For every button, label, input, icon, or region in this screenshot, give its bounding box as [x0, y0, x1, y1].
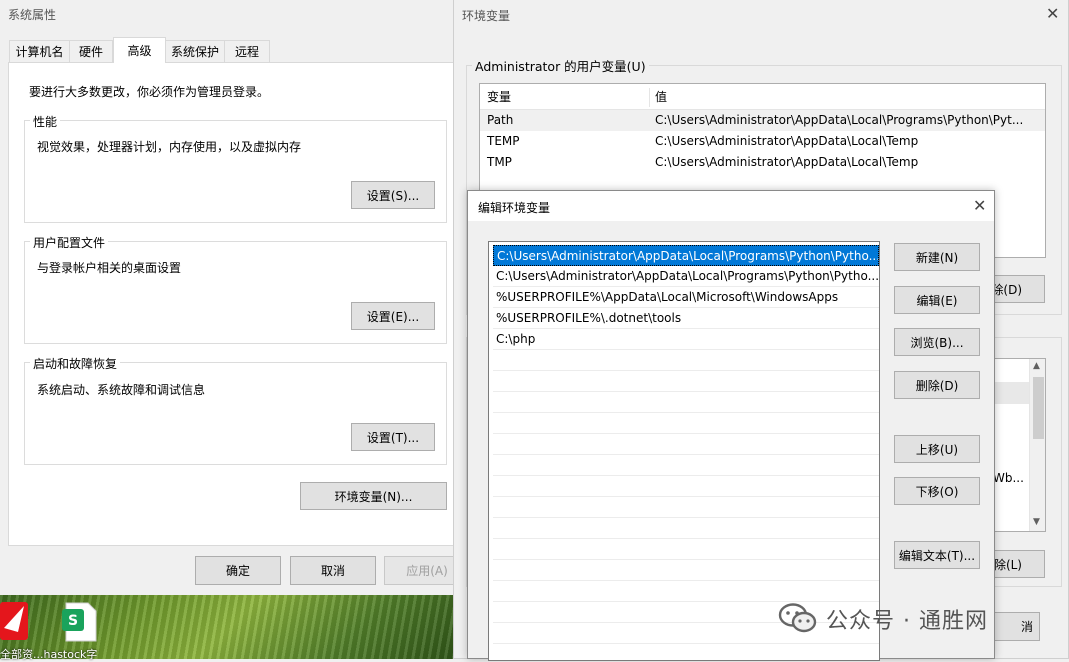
close-icon[interactable]: ✕ [973, 196, 986, 215]
empty-row[interactable] [493, 539, 879, 560]
scrollbar[interactable]: ▲ ▼ [1029, 359, 1045, 531]
svg-text:S: S [68, 613, 78, 629]
empty-row[interactable] [493, 560, 879, 581]
performance-legend: 性能 [30, 113, 61, 130]
variable-name: Path [487, 113, 514, 127]
variable-name: TEMP [487, 134, 520, 148]
move-down-button[interactable]: 下移(O) [894, 477, 980, 505]
tab-advanced[interactable]: 高级 [113, 37, 166, 63]
partial-value-text: Wb... [993, 471, 1024, 485]
admin-note: 要进行大多数更改，你必须作为管理员登录。 [29, 85, 270, 99]
environment-variables-button[interactable]: 环境变量(N)... [300, 482, 447, 510]
variable-value: C:\Users\Administrator\AppData\Local\Pro… [655, 113, 1024, 127]
edit-environment-variable-dialog: 编辑环境变量 ✕ C:\Users\Administrator\AppData\… [467, 190, 995, 661]
desktop-icon-label: 全部资...hastock字 [0, 648, 98, 661]
variable-value: C:\Users\Administrator\AppData\Local\Tem… [655, 155, 919, 169]
variable-name: TMP [487, 155, 512, 169]
watermark-text: 公众号 · 通胜网 [826, 609, 988, 634]
column-divider [649, 88, 650, 107]
list-item[interactable]: %USERPROFILE%\AppData\Local\Microsoft\Wi… [493, 287, 879, 308]
spreadsheet-file-icon[interactable]: S [60, 601, 100, 643]
tab-computer-name[interactable]: 计算机名 [9, 40, 70, 62]
scroll-down-icon[interactable]: ▼ [1033, 517, 1040, 527]
path-entries-list[interactable]: C:\Users\Administrator\AppData\Local\Pro… [488, 241, 880, 661]
wechat-icon [778, 602, 818, 634]
empty-row[interactable] [493, 413, 879, 434]
user-profile-desc: 与登录帐户相关的桌面设置 [37, 261, 182, 275]
empty-row[interactable] [493, 602, 879, 623]
tab-hardware[interactable]: 硬件 [69, 40, 113, 62]
empty-row[interactable] [493, 476, 879, 497]
startup-recovery-desc: 系统启动、系统故障和调试信息 [37, 383, 206, 397]
scroll-up-icon[interactable]: ▲ [1033, 361, 1040, 371]
empty-row[interactable] [493, 581, 879, 602]
variable-value: C:\Users\Administrator\AppData\Local\Tem… [655, 134, 919, 148]
empty-row[interactable] [493, 434, 879, 455]
new-button[interactable]: 新建(N) [894, 243, 980, 271]
browse-button[interactable]: 浏览(B)... [894, 328, 980, 356]
column-header-value[interactable]: 值 [655, 86, 667, 109]
scrollbar-thumb[interactable] [1033, 377, 1044, 439]
table-row[interactable]: TMP C:\Users\Administrator\AppData\Local… [480, 152, 1045, 173]
empty-row[interactable] [493, 455, 879, 476]
list-item[interactable]: C:\php [493, 329, 879, 350]
empty-row[interactable] [493, 371, 879, 392]
tab-remote[interactable]: 远程 [224, 40, 270, 62]
user-variables-legend: Administrator 的用户变量(U) [472, 56, 649, 75]
window-title: 环境变量 [462, 9, 511, 23]
user-profile-settings-button[interactable]: 设置(E)... [351, 302, 435, 330]
window-title: 系统属性 [8, 8, 57, 22]
empty-row[interactable] [493, 497, 879, 518]
list-item[interactable]: C:\Users\Administrator\AppData\Local\Pro… [493, 266, 879, 287]
cancel-button[interactable]: 取消 [290, 556, 376, 585]
empty-row[interactable] [493, 623, 879, 644]
close-icon[interactable]: ✕ [1046, 4, 1059, 23]
list-header: 变量 值 [480, 86, 1045, 110]
list-item[interactable]: %USERPROFILE%\.dotnet\tools [493, 308, 879, 329]
table-row[interactable]: Path C:\Users\Administrator\AppData\Loca… [480, 110, 1045, 131]
performance-settings-button[interactable]: 设置(S)... [351, 181, 435, 209]
performance-desc: 视觉效果，处理器计划，内存使用，以及虚拟内存 [37, 140, 302, 154]
empty-row[interactable] [493, 350, 879, 371]
tab-system-protection[interactable]: 系统保护 [165, 40, 225, 62]
advanced-tab-panel: 要进行大多数更改，你必须作为管理员登录。 性能 视觉效果，处理器计划，内存使用，… [8, 62, 455, 546]
system-properties-window: 系统属性 计算机名 硬件 高级 系统保护 远程 要进行大多数更改，你必须作为管理… [0, 0, 470, 600]
column-header-variable[interactable]: 变量 [487, 86, 511, 109]
empty-row[interactable] [493, 518, 879, 539]
ok-button[interactable]: 确定 [195, 556, 281, 585]
user-profile-legend: 用户配置文件 [30, 234, 109, 251]
list-item[interactable]: C:\Users\Administrator\AppData\Local\Pro… [493, 245, 879, 266]
startup-recovery-legend: 启动和故障恢复 [30, 355, 121, 372]
edit-text-button[interactable]: 编辑文本(T)... [894, 541, 980, 569]
button-label: 除(L) [993, 557, 1022, 572]
delete-button[interactable]: 删除(D) [894, 371, 980, 399]
move-up-button[interactable]: 上移(U) [894, 435, 980, 463]
edit-button[interactable]: 编辑(E) [894, 286, 980, 314]
empty-row[interactable] [493, 392, 879, 413]
empty-row[interactable] [493, 644, 879, 660]
table-row[interactable]: TEMP C:\Users\Administrator\AppData\Loca… [480, 131, 1045, 152]
button-label: 消 [1020, 620, 1033, 634]
red-app-icon[interactable] [0, 598, 30, 644]
dialog-title: 编辑环境变量 [478, 201, 551, 215]
startup-recovery-settings-button[interactable]: 设置(T)... [351, 423, 435, 451]
button-label: 除(D) [991, 282, 1022, 297]
